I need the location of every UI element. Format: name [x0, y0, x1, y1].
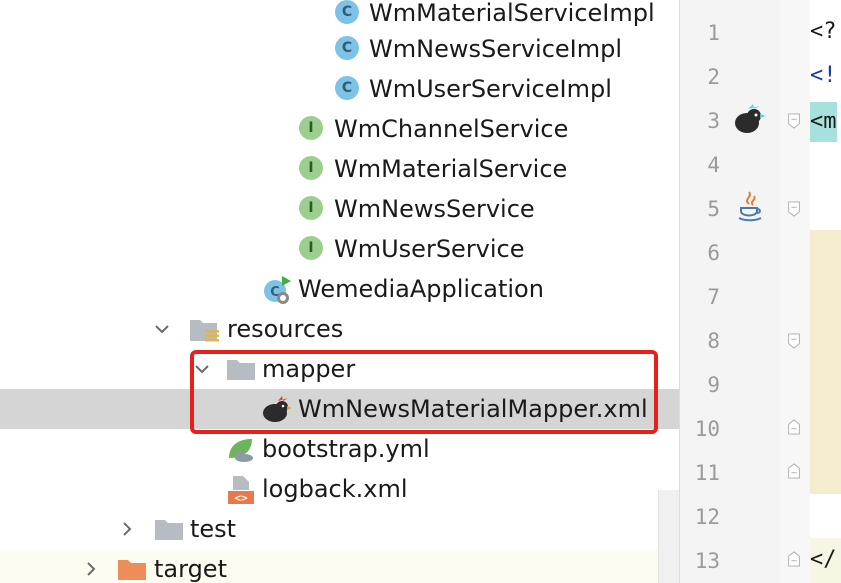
- interface-icon: I: [299, 236, 325, 262]
- tree-item-resources[interactable]: resources: [0, 309, 679, 349]
- tree-item-wmnewsservice[interactable]: I WmNewsService: [0, 189, 679, 229]
- tree-item-label: WemediaApplication: [298, 275, 544, 303]
- tree-item-label: logback.xml: [262, 475, 408, 503]
- chevron-down-icon[interactable]: [192, 359, 212, 379]
- tree-item-label: resources: [227, 315, 344, 343]
- tree-item-label: bootstrap.yml: [262, 435, 430, 463]
- fold-marker-icon[interactable]: [787, 333, 801, 349]
- line-number: 4: [707, 153, 720, 177]
- tree-item-label: WmUserServiceImpl: [369, 75, 612, 103]
- line-number: 10: [694, 417, 720, 441]
- tree-item-label: WmUserService: [334, 235, 525, 263]
- folder-icon: [154, 517, 183, 543]
- mybatis-bird-icon[interactable]: [732, 104, 766, 140]
- tree-item-label: WmChannelService: [334, 115, 569, 143]
- class-icon: C: [335, 76, 361, 102]
- tree-item-wemediaapplication[interactable]: C WemediaApplication: [0, 269, 679, 309]
- line-number: 1: [707, 21, 720, 45]
- line-number: 5: [707, 197, 720, 221]
- tree-item-logback-xml[interactable]: <> logback.xml: [0, 469, 679, 509]
- line-number: 8: [707, 329, 720, 353]
- tree-item-mapper[interactable]: mapper: [0, 349, 679, 389]
- mybatis-bird-icon: [260, 395, 292, 425]
- tree-item-wmuserserviceimpl[interactable]: C WmUserServiceImpl: [0, 69, 679, 109]
- tree-item-label: WmNewsServiceImpl: [369, 35, 623, 63]
- folder-icon: [226, 357, 255, 383]
- interface-icon: I: [299, 196, 325, 222]
- tree-item-target[interactable]: target: [0, 549, 679, 583]
- line-number: 12: [694, 505, 720, 529]
- line-number: 3: [707, 109, 720, 133]
- chevron-right-icon[interactable]: [81, 559, 101, 579]
- class-icon: C: [335, 0, 361, 26]
- line-number: 13: [694, 549, 720, 573]
- code-line-2: <!: [810, 63, 837, 88]
- tree-item-wmuserservice[interactable]: I WmUserService: [0, 229, 679, 269]
- tree-item-wmchannelservice[interactable]: I WmChannelService: [0, 109, 679, 149]
- tree-item-bootstrap-yml[interactable]: bootstrap.yml: [0, 429, 679, 469]
- fold-end-marker-icon[interactable]: [787, 551, 801, 567]
- interface-icon: I: [299, 116, 325, 142]
- xml-file-icon: <>: [227, 475, 255, 505]
- line-number: 7: [707, 285, 720, 309]
- tree-item-test[interactable]: test: [0, 509, 679, 549]
- tree-item-label: target: [154, 555, 227, 583]
- resources-folder-icon: [189, 317, 219, 343]
- code-highlight-block: [810, 230, 841, 494]
- fold-end-marker-icon[interactable]: [787, 419, 801, 435]
- line-number: 6: [707, 241, 720, 265]
- tree-item-wmmaterialservice[interactable]: I WmMaterialService: [0, 149, 679, 189]
- svg-text:<>: <>: [234, 492, 248, 505]
- project-tree: C WmMaterialServiceImpl C WmNewsServiceI…: [0, 0, 679, 583]
- tree-item-label: mapper: [262, 355, 356, 383]
- class-icon: C: [335, 36, 361, 62]
- tree-item-label: WmNewsMaterialMapper.xml: [298, 395, 648, 423]
- spring-boot-run-icon: C: [262, 275, 291, 304]
- java-icon[interactable]: [736, 190, 764, 230]
- tree-item-label: WmNewsService: [334, 195, 535, 223]
- code-line-13: </: [810, 547, 837, 572]
- editor-gutter: 1 2 3 4 5 6 7 8 9 10 11 12 13: [680, 0, 780, 583]
- interface-icon: I: [299, 156, 325, 182]
- code-area[interactable]: <? <! <m </: [810, 0, 841, 583]
- chevron-right-icon[interactable]: [117, 519, 137, 539]
- tree-item-label: test: [190, 515, 237, 543]
- fold-marker-icon[interactable]: [787, 201, 801, 217]
- tree-item-wmnewsmaterialmapper-xml[interactable]: WmNewsMaterialMapper.xml: [0, 389, 679, 429]
- line-number: 9: [707, 373, 720, 397]
- spring-leaf-icon: [226, 436, 256, 464]
- line-number: 2: [707, 65, 720, 89]
- fold-end-marker-icon[interactable]: [787, 463, 801, 479]
- tree-item-label: WmMaterialService: [334, 155, 568, 183]
- tree-scrollbar[interactable]: [658, 490, 679, 583]
- chevron-down-icon[interactable]: [152, 319, 172, 339]
- code-line-1: <?: [810, 19, 837, 44]
- code-editor[interactable]: 1 2 3 4 5 6 7 8 9 10 11 12 13 <? <! <m <…: [679, 0, 841, 583]
- tree-item-wmnewsserviceimpl[interactable]: C WmNewsServiceImpl: [0, 29, 679, 69]
- code-line-3: <m: [810, 102, 837, 142]
- excluded-folder-icon: [117, 557, 146, 583]
- line-number: 11: [694, 461, 720, 485]
- fold-marker-icon[interactable]: [787, 113, 801, 129]
